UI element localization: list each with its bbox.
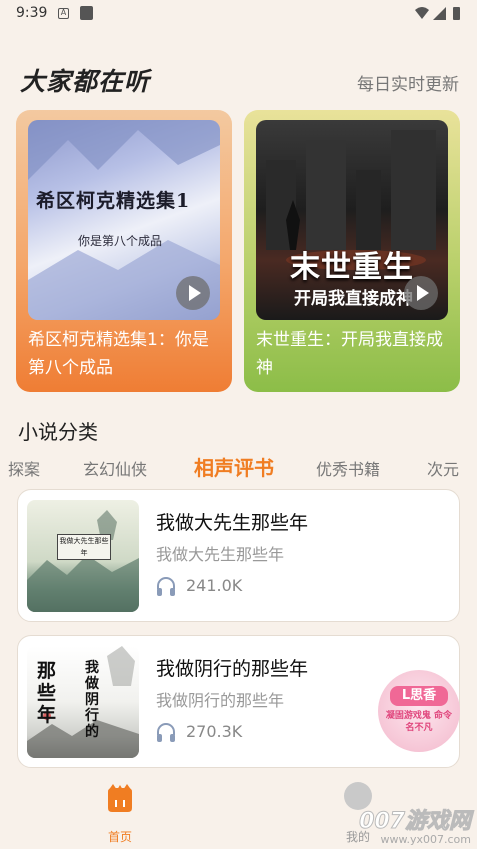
promo-title: L思香 bbox=[390, 686, 448, 706]
book-title: 我做大先生那些年 bbox=[156, 512, 309, 534]
nav-home-label: 首页 bbox=[107, 830, 132, 844]
play-button[interactable] bbox=[404, 276, 438, 310]
tab-fantasy[interactable]: 玄幻仙侠 bbox=[83, 456, 147, 480]
cover-title: 末世重生 bbox=[290, 250, 414, 285]
headphones-icon bbox=[157, 577, 175, 596]
featured-update-label: 每日实时更新 bbox=[357, 75, 459, 95]
tab-anime[interactable]: 次元 bbox=[427, 456, 459, 480]
book-title: 我做阴行的那些年 bbox=[156, 658, 309, 680]
notification-icon: A bbox=[58, 8, 69, 19]
status-bar: 9:39 A bbox=[0, 0, 477, 28]
book-cover: 希区柯克精选集1 你是第八个成品 bbox=[28, 120, 220, 320]
book-cover: 末世重生 开局我直接成神 bbox=[256, 120, 448, 320]
listen-count: 241.0K bbox=[186, 576, 243, 595]
watermark-logo: 007游戏网 bbox=[359, 809, 472, 835]
cover-title-right: 我做阴行的 bbox=[85, 660, 99, 740]
wifi-icon bbox=[415, 7, 429, 19]
section-title-categories: 小说分类 bbox=[18, 420, 98, 444]
promo-text: 凝固游戏鬼 命令名不凡 bbox=[385, 711, 453, 733]
nav-home[interactable]: 首页 bbox=[100, 782, 140, 844]
featured-caption: 希区柯克精选集1：你是第八个成品 bbox=[28, 330, 209, 378]
home-icon bbox=[108, 784, 132, 812]
tab-detective[interactable]: 探案 bbox=[8, 456, 40, 480]
tab-excellent-books[interactable]: 优秀书籍 bbox=[316, 456, 380, 480]
featured-card[interactable]: 末世重生 开局我直接成神 末世重生：开局我直接成神 bbox=[244, 110, 460, 392]
notification-square-icon bbox=[80, 6, 93, 20]
cover-title: 希区柯克精选集1 bbox=[36, 190, 191, 212]
play-button[interactable] bbox=[176, 276, 210, 310]
status-time: 9:39 bbox=[16, 5, 48, 21]
book-subtitle: 我做大先生那些年 bbox=[156, 545, 285, 564]
featured-card[interactable]: 希区柯克精选集1 你是第八个成品 希区柯克精选集1：你是第八个成品 bbox=[16, 110, 232, 392]
featured-caption: 末世重生：开局我直接成神 bbox=[256, 330, 443, 378]
signal-icon bbox=[433, 7, 446, 20]
cover-tag: 我做大先生那些年 bbox=[57, 534, 111, 560]
book-cover: 我做大先生那些年 bbox=[27, 500, 139, 612]
section-title-featured: 大家都在听 bbox=[20, 67, 151, 96]
status-icons bbox=[415, 7, 460, 20]
tab-crosstalk[interactable]: 相声评书 bbox=[194, 452, 274, 481]
watermark: 007游戏网 www.yx007.com bbox=[359, 803, 472, 847]
cover-title-left: 那些年 bbox=[37, 660, 57, 726]
cover-subtitle: 你是第八个成品 bbox=[78, 234, 163, 248]
listen-count: 270.3K bbox=[186, 722, 243, 741]
battery-icon bbox=[453, 7, 460, 20]
cover-subtitle: 开局我直接成神 bbox=[294, 289, 413, 309]
book-cover: 那些年 我做阴行的 bbox=[27, 646, 139, 758]
book-subtitle: 我做阴行的那些年 bbox=[156, 691, 285, 710]
book-list-item[interactable]: 我做大先生那些年 我做大先生那些年 我做大先生那些年 241.0K bbox=[17, 489, 460, 622]
category-tabs: 探案 玄幻仙侠 相声评书 优秀书籍 次元 bbox=[0, 452, 477, 482]
floating-promo-badge[interactable]: L思香 凝固游戏鬼 命令名不凡 bbox=[378, 670, 460, 752]
headphones-icon bbox=[157, 723, 175, 742]
